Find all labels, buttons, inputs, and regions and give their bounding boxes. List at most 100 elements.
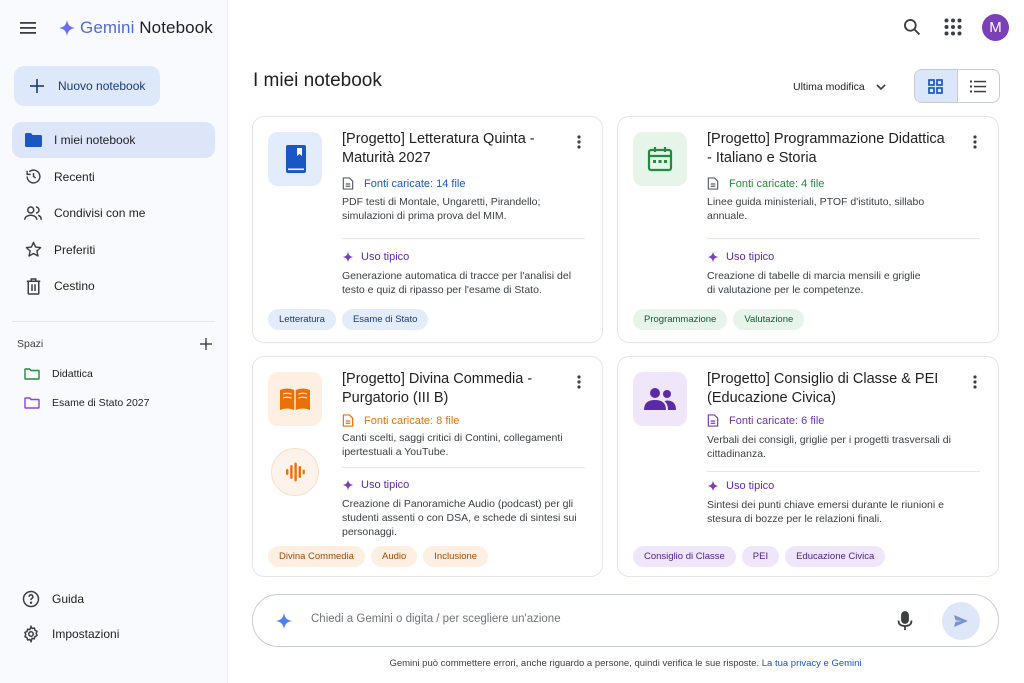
usage-description: Generazione automatica di tracce per l'a… <box>342 270 572 296</box>
calendar-icon <box>633 132 687 186</box>
card-divider <box>342 238 585 239</box>
more-options-icon[interactable] <box>968 134 982 150</box>
card-divider <box>342 467 585 468</box>
audio-wave-icon[interactable] <box>271 448 319 496</box>
tag[interactable]: Educazione Civica <box>785 546 886 567</box>
tag-list: Divina Commedia Audio Inclusione <box>268 546 489 567</box>
card-title: [Progetto] Letteratura Quinta - Maturità… <box>342 131 535 166</box>
sources-row: Fonti caricate: 14 file <box>342 177 466 190</box>
tag-list: Letteratura Esame di Stato <box>268 309 429 330</box>
tag[interactable]: PEI <box>741 546 780 567</box>
tag[interactable]: Audio <box>370 546 418 567</box>
gemini-spark-icon <box>58 19 76 37</box>
grid-view-icon <box>928 78 944 94</box>
grid-view-button[interactable] <box>915 70 958 102</box>
tag-list: Programmazione Valutazione <box>633 309 805 330</box>
tag[interactable]: Esame di Stato <box>341 309 429 330</box>
trash-icon <box>24 277 42 295</box>
folder-icon <box>24 397 40 409</box>
sources-row: Fonti caricate: 8 file <box>342 414 459 427</box>
prompt-composer[interactable]: Chiedi a Gemini o digita / per scegliere… <box>252 594 999 647</box>
view-toggle <box>914 69 1000 103</box>
tag[interactable]: Programmazione <box>633 309 728 330</box>
folder-icon <box>24 368 40 380</box>
usage-label: Uso tipico <box>726 480 775 492</box>
space-label: Esame di Stato 2027 <box>52 397 150 409</box>
usage-description: Creazione di tabelle di marcia mensili e… <box>707 270 921 296</box>
usage-row: Uso tipico <box>707 480 774 492</box>
usage-label: Uso tipico <box>361 251 410 263</box>
sidebar-item-favorites[interactable]: Preferiti <box>12 232 215 268</box>
usage-description: Sintesi dei punti chiave emersi durante … <box>707 499 944 525</box>
space-item-didattica[interactable]: Didattica <box>24 364 93 384</box>
tag[interactable]: Letteratura <box>268 309 336 330</box>
menu-icon[interactable] <box>18 18 38 38</box>
sidebar-item-label: Cestino <box>54 279 95 293</box>
sources-row: Fonti caricate: 6 file <box>707 414 824 427</box>
search-icon[interactable] <box>902 17 922 37</box>
privacy-link[interactable]: La tua privacy e Gemini <box>762 658 862 669</box>
send-icon <box>954 615 968 627</box>
more-options-icon[interactable] <box>968 374 982 390</box>
book-icon <box>268 132 322 186</box>
settings-label: Impostazioni <box>52 627 120 641</box>
notebook-card[interactable]: [Progetto] Divina Commedia - Purgatorio … <box>252 356 603 577</box>
sidebar-item-label: Condivisi con me <box>54 206 146 220</box>
help-button[interactable]: Guida <box>22 589 84 609</box>
avatar[interactable]: M <box>982 14 1009 41</box>
usage-row: Uso tipico <box>707 251 774 263</box>
plus-icon <box>30 79 44 93</box>
sort-label: Ultima modifica <box>793 81 865 93</box>
tag[interactable]: Consiglio di Classe <box>633 546 736 567</box>
people-icon <box>24 204 42 222</box>
list-view-button[interactable] <box>958 70 1000 102</box>
sidebar-item-label: I miei notebook <box>54 133 136 147</box>
sidebar-item-shared[interactable]: Condivisi con me <box>12 195 215 231</box>
card-description: Verbali dei consigli, griglie per i prog… <box>707 434 951 460</box>
add-space-icon[interactable] <box>199 337 213 351</box>
send-button[interactable] <box>942 602 980 640</box>
usage-label: Uso tipico <box>726 251 775 263</box>
document-icon <box>342 414 354 427</box>
chevron-down-icon <box>876 84 886 91</box>
list-view-icon <box>970 80 987 92</box>
card-title: [Progetto] Programmazione Didattica - It… <box>707 131 945 166</box>
more-options-icon[interactable] <box>572 374 586 390</box>
help-icon <box>22 590 40 608</box>
new-notebook-label: Nuovo notebook <box>58 79 146 93</box>
sparkle-icon <box>342 479 354 491</box>
apps-grid-icon[interactable] <box>944 18 962 36</box>
sidebar-item-my-notebooks[interactable]: I miei notebook <box>12 122 215 158</box>
star-icon <box>24 241 42 259</box>
space-item-esame[interactable]: Esame di Stato 2027 <box>24 393 149 413</box>
document-icon <box>707 177 719 190</box>
usage-row: Uso tipico <box>342 251 409 263</box>
new-notebook-button[interactable]: Nuovo notebook <box>14 66 160 106</box>
card-divider <box>707 471 980 472</box>
notebook-card[interactable]: [Progetto] Consiglio di Classe & PEI (Ed… <box>617 356 999 577</box>
notebook-card[interactable]: [Progetto] Letteratura Quinta - Maturità… <box>252 116 603 343</box>
sparkle-icon <box>342 251 354 263</box>
sort-dropdown[interactable]: Ultima modifica <box>793 78 887 96</box>
app-title: Gemini Notebook <box>80 18 213 37</box>
sidebar-nav: I miei notebook Recenti Condivisi con me… <box>12 122 215 305</box>
usage-label: Uso tipico <box>361 479 410 491</box>
sparkle-icon <box>707 251 719 263</box>
tag[interactable]: Valutazione <box>733 309 805 330</box>
sidebar-item-recent[interactable]: Recenti <box>12 159 215 195</box>
sidebar-item-trash[interactable]: Cestino <box>12 268 215 304</box>
footer-disclaimer: Gemini può commettere errori, anche rigu… <box>252 658 999 669</box>
gear-icon <box>24 625 38 643</box>
more-options-icon[interactable] <box>572 134 586 150</box>
sidebar-item-label: Recenti <box>54 169 95 184</box>
tag[interactable]: Divina Commedia <box>268 546 365 567</box>
sparkle-icon <box>707 480 719 492</box>
microphone-icon[interactable] <box>896 611 914 631</box>
card-title: [Progetto] Divina Commedia - Purgatorio … <box>342 371 533 406</box>
notebook-card[interactable]: [Progetto] Programmazione Didattica - It… <box>617 116 999 343</box>
settings-button[interactable]: Impostazioni <box>22 624 119 644</box>
open-book-icon <box>268 372 322 426</box>
prompt-input[interactable]: Chiedi a Gemini o digita / per scegliere… <box>311 613 561 625</box>
tag[interactable]: Inclusione <box>423 546 489 567</box>
brand: Gemini Notebook <box>18 14 213 42</box>
